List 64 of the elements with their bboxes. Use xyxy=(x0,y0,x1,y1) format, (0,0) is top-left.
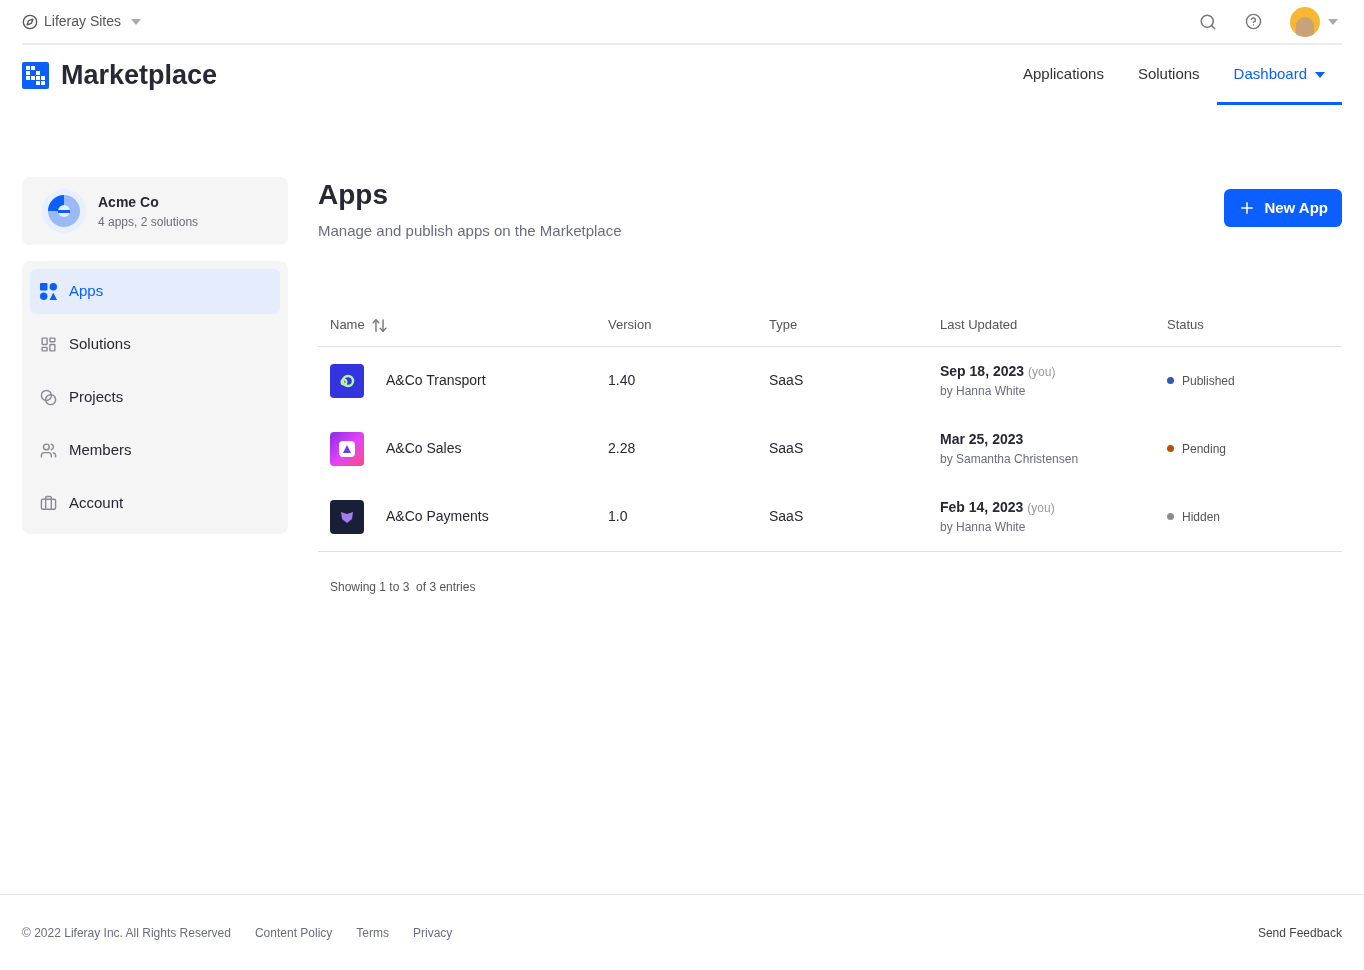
app-logo-icon xyxy=(330,363,364,398)
feedback-link[interactable]: Send Feedback xyxy=(1257,923,1342,942)
sidebar-item[interactable]: Projects xyxy=(30,375,280,420)
status-label: Published xyxy=(1182,372,1235,390)
account-summary: 4 apps, 2 solutions xyxy=(98,213,199,231)
footer-link[interactable]: Content Policy xyxy=(254,923,333,942)
company-logo-icon xyxy=(42,189,86,233)
nav-tab[interactable]: Solutions xyxy=(1120,47,1217,105)
new-app-button[interactable]: New App xyxy=(1224,189,1342,227)
table-cell-text: 1.0 xyxy=(608,507,629,526)
shapes-icon xyxy=(40,283,57,300)
nav-tab[interactable]: Dashboard xyxy=(1216,47,1342,105)
page-subtitle: Manage and publish apps on the Marketplace xyxy=(318,221,622,241)
grid-logo-icon xyxy=(22,61,49,89)
sidebar-item[interactable]: Members xyxy=(30,428,280,473)
caret-icon xyxy=(1315,71,1325,78)
app-name[interactable]: A&Co Payments xyxy=(386,506,489,527)
sidebar-item[interactable]: Account xyxy=(30,481,280,526)
dashboard-icon xyxy=(40,336,57,353)
table-cell-text: 1.40 xyxy=(608,371,637,390)
app-name[interactable]: A&Co Sales xyxy=(386,438,462,459)
table-cell-text: 2.28 xyxy=(608,439,637,458)
updated-note: (you) xyxy=(1028,364,1056,381)
help-icon[interactable] xyxy=(1245,13,1262,30)
app-title: Marketplace xyxy=(61,58,218,92)
user-avatar[interactable] xyxy=(1290,6,1320,37)
caret-icon xyxy=(131,18,142,25)
page-title: Apps xyxy=(318,178,389,212)
updated-author: by Hanna White xyxy=(940,383,1027,400)
pagination-summary: Showing 1 to 3 of 3 entries xyxy=(330,579,476,594)
table-cell-text: SaaS xyxy=(769,439,805,458)
account-name: Acme Co xyxy=(98,192,160,212)
caret-icon xyxy=(1328,18,1338,25)
copyright-text: © 2022 Liferay Inc. All Rights Reserved xyxy=(22,924,231,942)
table-cell-text: SaaS xyxy=(769,371,805,390)
circles-icon xyxy=(40,389,57,406)
search-icon[interactable] xyxy=(1199,12,1217,31)
footer-link[interactable]: Terms xyxy=(356,923,389,942)
table-cell-text: SaaS xyxy=(769,507,805,526)
sort-icon[interactable] xyxy=(370,316,388,334)
updated-date: Mar 25, 2023 xyxy=(940,430,1024,449)
site-selector[interactable]: Liferay Sites xyxy=(22,11,142,32)
column-header: Type xyxy=(769,316,798,335)
sidebar-item[interactable]: Solutions xyxy=(30,322,280,367)
sidebar-item[interactable]: Apps xyxy=(30,269,280,314)
footer-link[interactable]: Privacy xyxy=(413,923,453,942)
column-header: Version xyxy=(608,316,652,335)
updated-author: by Samantha Christensen xyxy=(940,451,1080,468)
nav-tab[interactable]: Applications xyxy=(1006,47,1121,105)
updated-author: by Hanna White xyxy=(940,519,1027,536)
app-logo-icon xyxy=(330,499,364,534)
app-name[interactable]: A&Co Transport xyxy=(386,370,486,391)
briefcase-icon xyxy=(40,495,57,512)
updated-note: (you) xyxy=(1027,500,1055,517)
updated-date: Feb 14, 2023 xyxy=(940,498,1024,517)
column-header: Name xyxy=(330,316,365,335)
users-icon xyxy=(40,442,57,459)
column-header: Last Updated xyxy=(940,316,1018,335)
status-label: Pending xyxy=(1182,440,1227,458)
status-label: Hidden xyxy=(1182,508,1221,526)
updated-date: Sep 18, 2023 xyxy=(940,362,1025,381)
app-logo-icon xyxy=(330,431,364,466)
compass-icon xyxy=(22,13,38,30)
column-header: Status xyxy=(1167,316,1204,335)
